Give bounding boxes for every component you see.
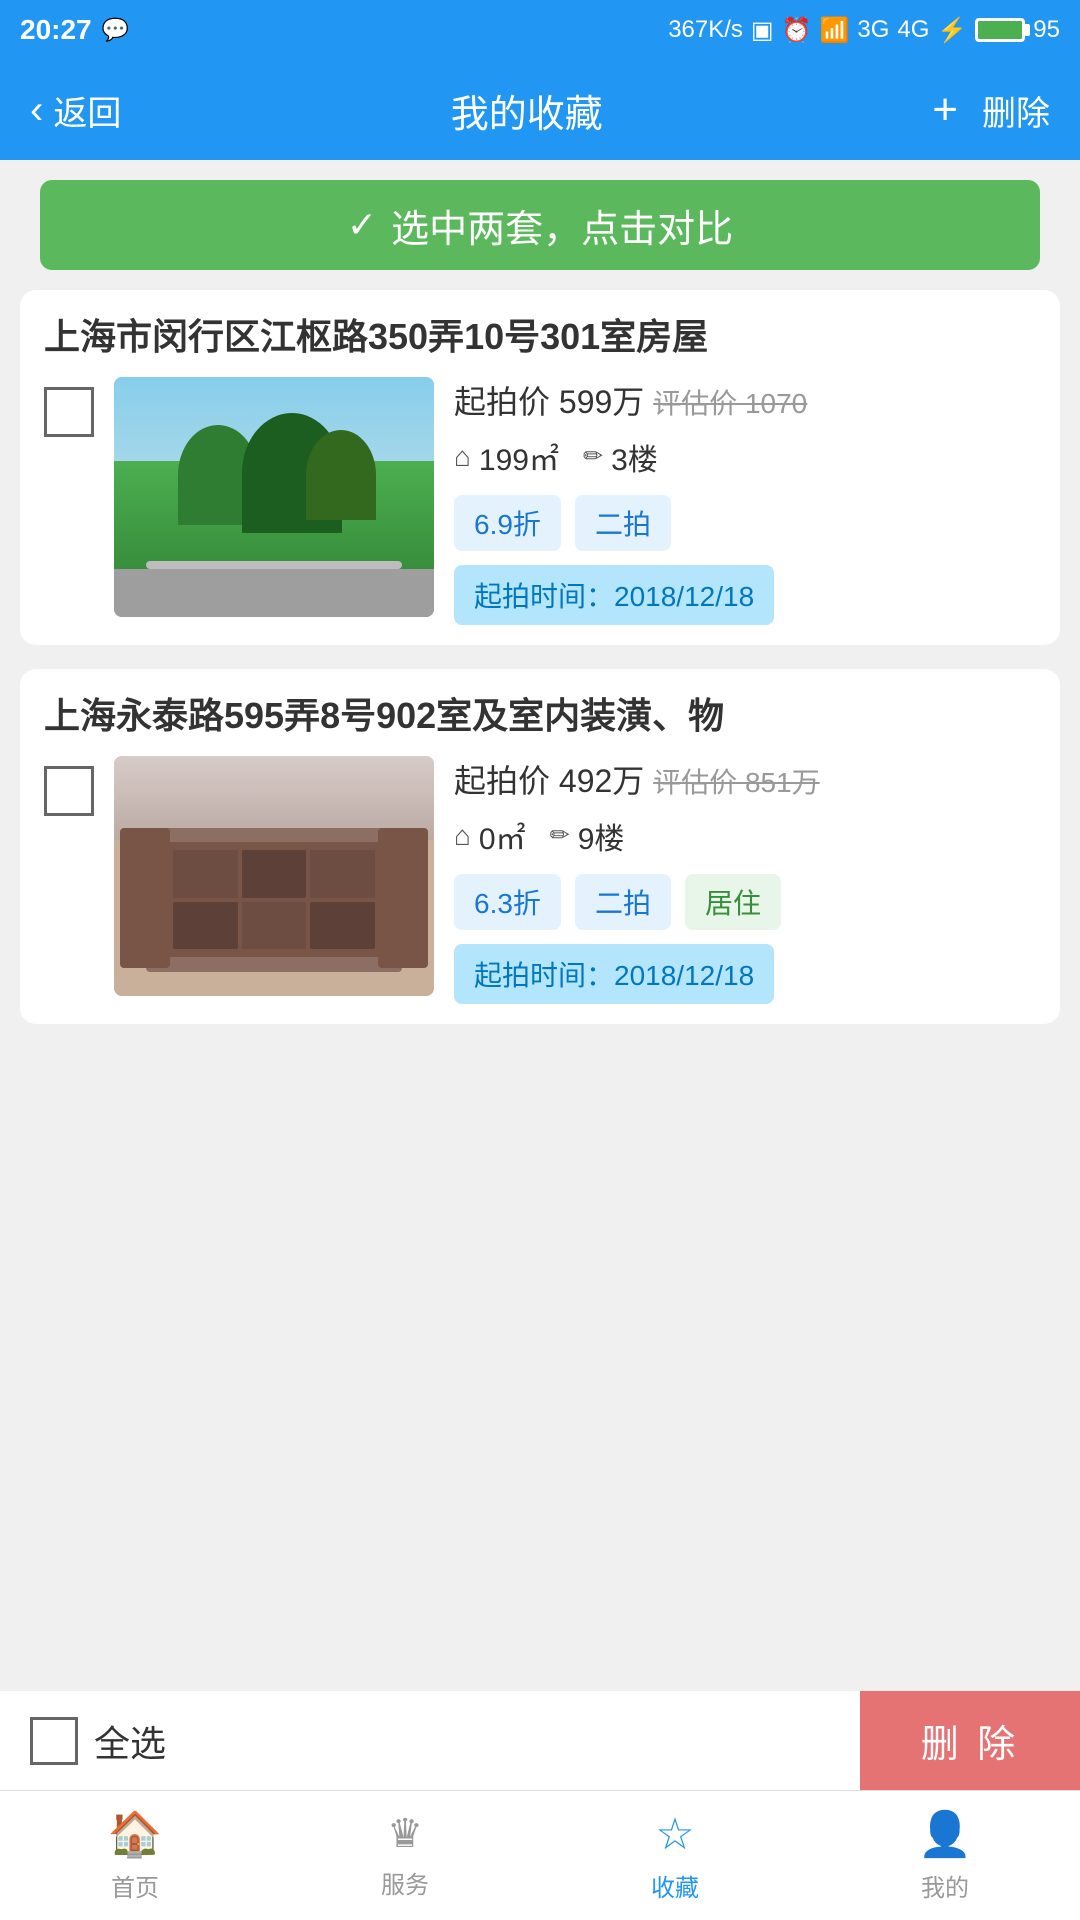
status-signal2: 4G <box>897 16 929 44</box>
floor-value-2: 9楼 <box>578 814 625 858</box>
auction-round-tag-2: 二拍 <box>575 874 671 930</box>
service-icon: ♛ <box>387 1811 423 1857</box>
property-checkbox-2[interactable] <box>44 766 94 816</box>
nav-item-service[interactable]: ♛ 服务 <box>270 1791 540 1920</box>
discount-tag-1: 6.9折 <box>454 495 561 551</box>
estimated-price-2: 评估价 851万 <box>653 767 820 798</box>
starting-price-1: 起拍价 599万 <box>454 384 653 420</box>
compare-banner[interactable]: ✓ 选中两套，点击对比 <box>40 180 1040 270</box>
pencil-icon-2: ✏ <box>550 821 570 850</box>
battery-level: 95 <box>1033 16 1060 44</box>
property-details-1: 起拍价 599万 评估价 1070 ⌂ 199㎡ ✏ 3楼 6.9折 二拍 <box>454 377 1036 625</box>
area-value-1: 199㎡ <box>479 435 559 479</box>
property-title-1: 上海市闵行区江枢路350弄10号301室房屋 <box>20 290 1060 377</box>
back-chevron: ‹ <box>30 88 43 133</box>
floor-info-2: ✏ 9楼 <box>550 814 625 858</box>
favorites-label: 收藏 <box>651 1868 699 1903</box>
estimated-price-1: 评估价 1070 <box>653 388 807 419</box>
area-info-1: ⌂ 199㎡ <box>454 435 559 479</box>
auction-round-tag-1: 二拍 <box>575 495 671 551</box>
card-body-2: 起拍价 492万 评估价 851万 ⌂ 0㎡ ✏ 9楼 6.3折 二拍 <box>20 756 1060 1024</box>
tags-line-2: 6.3折 二拍 居住 <box>454 874 1036 930</box>
property-title-2: 上海永泰路595弄8号902室及室内装潢、物 <box>20 669 1060 756</box>
property-details-2: 起拍价 492万 评估价 851万 ⌂ 0㎡ ✏ 9楼 6.3折 二拍 <box>454 756 1036 1004</box>
nav-item-profile[interactable]: 👤 我的 <box>810 1791 1080 1920</box>
info-line-2: ⌂ 0㎡ ✏ 9楼 <box>454 814 1036 858</box>
property-checkbox-1[interactable] <box>44 387 94 437</box>
status-time: 20:27 <box>20 14 92 46</box>
delete-button[interactable]: 删 除 <box>860 1691 1080 1790</box>
status-sim1: ▣ <box>751 16 774 45</box>
status-lightning: ⚡ <box>937 16 967 45</box>
status-clock: ⏰ <box>782 16 812 45</box>
area-info-2: ⌂ 0㎡ <box>454 814 526 858</box>
select-all-label: 全选 <box>94 1715 166 1767</box>
nav-delete-button[interactable]: 删除 <box>982 86 1050 135</box>
compare-check-icon: ✓ <box>347 204 377 246</box>
bottom-nav: 🏠 首页 ♛ 服务 ☆ 收藏 👤 我的 <box>0 1790 1080 1920</box>
property-card-1: 上海市闵行区江枢路350弄10号301室房屋 起拍价 5 <box>20 290 1060 645</box>
tags-line-1: 6.9折 二拍 <box>454 495 1036 551</box>
house-icon-1: ⌂ <box>454 441 471 473</box>
residential-tag-2: 居住 <box>685 874 781 930</box>
battery-icon <box>975 18 1025 42</box>
floor-info-1: ✏ 3楼 <box>583 435 658 479</box>
status-wifi: 📶 <box>819 16 849 45</box>
property-card-2: 上海永泰路595弄8号902室及室内装潢、物 <box>20 669 1060 1024</box>
favorites-icon: ☆ <box>655 1809 694 1860</box>
auction-date-2: 起拍时间：2018/12/18 <box>454 944 774 1004</box>
nav-actions: + 删除 <box>932 85 1050 135</box>
price-line-2: 起拍价 492万 评估价 851万 <box>454 756 1036 802</box>
status-bar: 20:27 💬 367K/s ▣ ⏰ 📶 3G 4G ⚡ 95 <box>0 0 1080 60</box>
auction-date-1: 起拍时间：2018/12/18 <box>454 565 774 625</box>
nav-item-home[interactable]: 🏠 首页 <box>0 1791 270 1920</box>
page-title: 我的收藏 <box>451 83 603 138</box>
status-app-icon: 💬 <box>102 17 129 43</box>
status-signal1: 3G <box>857 16 889 44</box>
status-right-area: 367K/s ▣ ⏰ 📶 3G 4G ⚡ 95 <box>668 16 1060 45</box>
profile-icon: 👤 <box>918 1808 973 1860</box>
price-line-1: 起拍价 599万 评估价 1070 <box>454 377 1036 423</box>
select-all-area: 全选 <box>0 1715 166 1767</box>
info-line-1: ⌂ 199㎡ ✏ 3楼 <box>454 435 1036 479</box>
back-button[interactable]: ‹ 返回 <box>30 86 121 135</box>
nav-item-favorites[interactable]: ☆ 收藏 <box>540 1791 810 1920</box>
select-all-checkbox[interactable] <box>30 1717 78 1765</box>
compare-text: 选中两套，点击对比 <box>391 198 733 253</box>
property-image-2 <box>114 756 434 996</box>
status-time-area: 20:27 💬 <box>20 14 129 46</box>
pencil-icon-1: ✏ <box>583 442 603 471</box>
back-label: 返回 <box>53 86 121 135</box>
floor-value-1: 3楼 <box>611 435 658 479</box>
discount-tag-2: 6.3折 <box>454 874 561 930</box>
profile-label: 我的 <box>921 1868 969 1903</box>
home-icon: 🏠 <box>108 1808 163 1860</box>
nav-bar: ‹ 返回 我的收藏 + 删除 <box>0 60 1080 160</box>
bottom-action-bar: 全选 删 除 <box>0 1690 1080 1790</box>
starting-price-2: 起拍价 492万 <box>454 763 653 799</box>
service-label: 服务 <box>381 1865 429 1900</box>
checkbox-area-1 <box>44 377 94 437</box>
house-icon-2: ⌂ <box>454 820 471 852</box>
area-value-2: 0㎡ <box>479 814 526 858</box>
checkbox-area-2 <box>44 756 94 816</box>
home-label: 首页 <box>111 1868 159 1903</box>
status-speed: 367K/s <box>668 16 743 44</box>
content-area: 上海市闵行区江枢路350弄10号301室房屋 起拍价 5 <box>0 270 1080 1068</box>
card-body-1: 起拍价 599万 评估价 1070 ⌂ 199㎡ ✏ 3楼 6.9折 二拍 <box>20 377 1060 645</box>
property-image-1 <box>114 377 434 617</box>
add-button[interactable]: + <box>932 85 958 135</box>
